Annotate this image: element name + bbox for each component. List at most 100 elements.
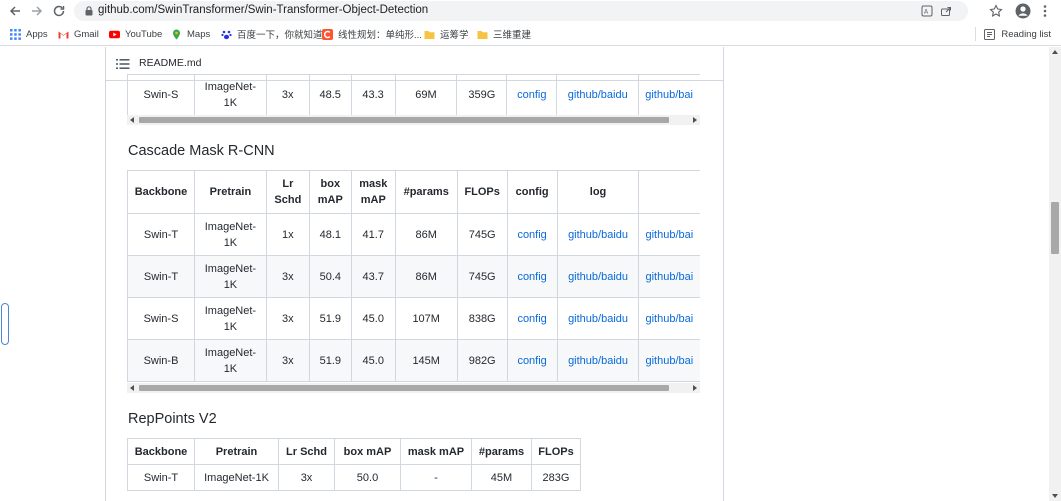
log-link[interactable]: github/baidu bbox=[568, 355, 628, 367]
header-mask-map: mask mAP bbox=[350, 170, 396, 214]
profile-button[interactable] bbox=[1014, 2, 1032, 20]
bookmarks-bar: Apps Gmail YouTube Maps 百度一下，你就知道 线性规划：单… bbox=[0, 22, 1061, 46]
scrollbar-thumb[interactable] bbox=[1051, 202, 1059, 254]
url-text: github.com/SwinTransformer/Swin-Transfor… bbox=[98, 4, 429, 16]
bookmark-youtube[interactable]: YouTube bbox=[109, 27, 162, 41]
avatar-icon bbox=[1015, 3, 1031, 19]
cell-flops: 982G bbox=[456, 339, 508, 382]
cell-backbone: Swin-S bbox=[127, 297, 195, 340]
side-panel-handle[interactable] bbox=[1, 303, 9, 345]
address-bar[interactable]: github.com/SwinTransformer/Swin-Transfor… bbox=[74, 1, 968, 21]
forward-arrow-icon bbox=[32, 6, 43, 16]
section-heading-reppoints: RepPoints V2 bbox=[128, 411, 217, 427]
bookmark-label: 三维重建 bbox=[493, 30, 532, 41]
reload-icon bbox=[53, 5, 65, 17]
cell-pretrain: ImageNet-1K bbox=[193, 339, 267, 382]
translate-icon[interactable]: A bbox=[921, 5, 933, 17]
bookmark-folder-operations-research[interactable]: 运筹学 bbox=[424, 27, 469, 41]
cell-lr-schd: 3x bbox=[265, 339, 310, 382]
cell-backbone: Swin-B bbox=[127, 339, 195, 382]
page-vertical-scrollbar[interactable] bbox=[1049, 47, 1061, 501]
cell-pretrain: ImageNet-1K bbox=[193, 74, 267, 115]
log-link[interactable]: github/baidu bbox=[568, 89, 628, 101]
bookmark-gmail[interactable]: Gmail bbox=[58, 27, 99, 41]
model-link[interactable]: github/bai bbox=[645, 313, 693, 325]
log-link[interactable]: github/baidu bbox=[568, 313, 628, 325]
cell-mask-map: - bbox=[400, 464, 472, 491]
cell-mask-map: 41.7 bbox=[350, 213, 396, 256]
cell-mask-map: 43.3 bbox=[350, 74, 396, 115]
bookmark-apps[interactable]: Apps bbox=[10, 27, 48, 41]
bookmark-baidu[interactable]: 百度一下，你就知道 bbox=[221, 27, 323, 41]
bookmark-linear-programming[interactable]: 线性规划：单纯形... bbox=[322, 27, 422, 41]
browser-toolbar: github.com/SwinTransformer/Swin-Transfor… bbox=[0, 0, 1061, 22]
cell-box-map: 48.1 bbox=[308, 213, 352, 256]
readme-filename: README.md bbox=[139, 57, 202, 69]
cell-params: 86M bbox=[394, 213, 458, 256]
previous-table-wrapper: Swin-S ImageNet-1K 3x 48.5 43.3 69M 359G… bbox=[127, 74, 700, 115]
model-link[interactable]: github/bai bbox=[645, 355, 693, 367]
svg-text:A: A bbox=[924, 9, 929, 16]
bookmark-label: 运筹学 bbox=[440, 30, 469, 41]
cell-flops: 359G bbox=[456, 74, 508, 115]
scrollbar-thumb[interactable] bbox=[139, 385, 669, 391]
bookmark-maps[interactable]: Maps bbox=[171, 27, 210, 41]
scroll-left-arrow-icon[interactable] bbox=[130, 385, 134, 391]
maps-icon bbox=[173, 29, 180, 39]
baidu-paw-icon bbox=[221, 30, 232, 39]
scroll-up-arrow-icon[interactable] bbox=[1052, 50, 1058, 54]
model-link[interactable]: github/bai bbox=[645, 271, 693, 283]
folder-icon bbox=[477, 30, 488, 39]
config-link[interactable]: config bbox=[517, 229, 546, 241]
cell-pretrain: ImageNet-1K bbox=[193, 297, 267, 340]
bookmark-star-button[interactable] bbox=[987, 2, 1005, 20]
previous-results-table: Swin-S ImageNet-1K 3x 48.5 43.3 69M 359G… bbox=[127, 74, 700, 115]
reading-list-button[interactable]: Reading list bbox=[975, 27, 1051, 41]
bookmark-label: YouTube bbox=[125, 28, 163, 40]
bookmark-label: 百度一下，你就知道 bbox=[237, 30, 323, 41]
section-heading-cascade: Cascade Mask R-CNN bbox=[128, 143, 275, 159]
scroll-down-arrow-icon[interactable] bbox=[1052, 494, 1058, 498]
cell-flops: 745G bbox=[456, 213, 508, 256]
config-link[interactable]: config bbox=[517, 313, 546, 325]
header-params: #params bbox=[471, 438, 532, 465]
table-of-contents-icon[interactable] bbox=[116, 57, 130, 71]
config-link[interactable]: config bbox=[517, 89, 546, 101]
log-link[interactable]: github/baidu bbox=[568, 271, 628, 283]
config-link[interactable]: config bbox=[517, 271, 546, 283]
table-row: Swin-B ImageNet-1K 3x 51.9 45.0 145M 982… bbox=[127, 339, 700, 382]
forward-button[interactable] bbox=[28, 2, 46, 20]
cell-box-map: 50.4 bbox=[308, 255, 352, 298]
lock-icon bbox=[85, 6, 93, 16]
model-link[interactable]: github/bai bbox=[645, 89, 693, 101]
cascade-results-table: Backbone Pretrain Lr Schd box mAP mask m… bbox=[127, 170, 700, 382]
cell-params: 86M bbox=[394, 255, 458, 298]
log-link[interactable]: github/baidu bbox=[568, 229, 628, 241]
reppoints-table-wrapper: Backbone Pretrain Lr Schd box mAP mask m… bbox=[127, 438, 587, 493]
table-horizontal-scrollbar[interactable] bbox=[127, 383, 700, 393]
gmail-icon bbox=[58, 31, 69, 38]
cell-params: 45M bbox=[471, 464, 532, 491]
scroll-left-arrow-icon[interactable] bbox=[130, 117, 134, 123]
table-horizontal-scrollbar[interactable] bbox=[127, 115, 700, 125]
scroll-right-arrow-icon[interactable] bbox=[693, 117, 697, 123]
cell-box-map: 50.0 bbox=[334, 464, 401, 491]
cell-mask-map: 45.0 bbox=[350, 339, 396, 382]
cell-box-map: 51.9 bbox=[308, 339, 352, 382]
reload-button[interactable] bbox=[50, 2, 68, 20]
scrollbar-thumb[interactable] bbox=[139, 117, 669, 123]
bookmark-folder-3d-reconstruction[interactable]: 三维重建 bbox=[477, 27, 531, 41]
model-link[interactable]: github/bai bbox=[645, 229, 693, 241]
bookmark-label: Apps bbox=[26, 28, 48, 40]
config-link[interactable]: config bbox=[517, 355, 546, 367]
cell-backbone: Swin-T bbox=[127, 213, 195, 256]
scroll-right-arrow-icon[interactable] bbox=[693, 385, 697, 391]
header-params: #params bbox=[394, 170, 458, 214]
menu-button[interactable] bbox=[1036, 2, 1054, 20]
table-row: Swin-T ImageNet-1K 3x 50.4 43.7 86M 745G… bbox=[127, 255, 700, 298]
reading-list-label: Reading list bbox=[1001, 28, 1051, 40]
share-icon[interactable] bbox=[940, 5, 952, 17]
back-button[interactable] bbox=[6, 2, 24, 20]
back-arrow-icon bbox=[9, 6, 20, 16]
cell-backbone: Swin-S bbox=[127, 74, 195, 115]
